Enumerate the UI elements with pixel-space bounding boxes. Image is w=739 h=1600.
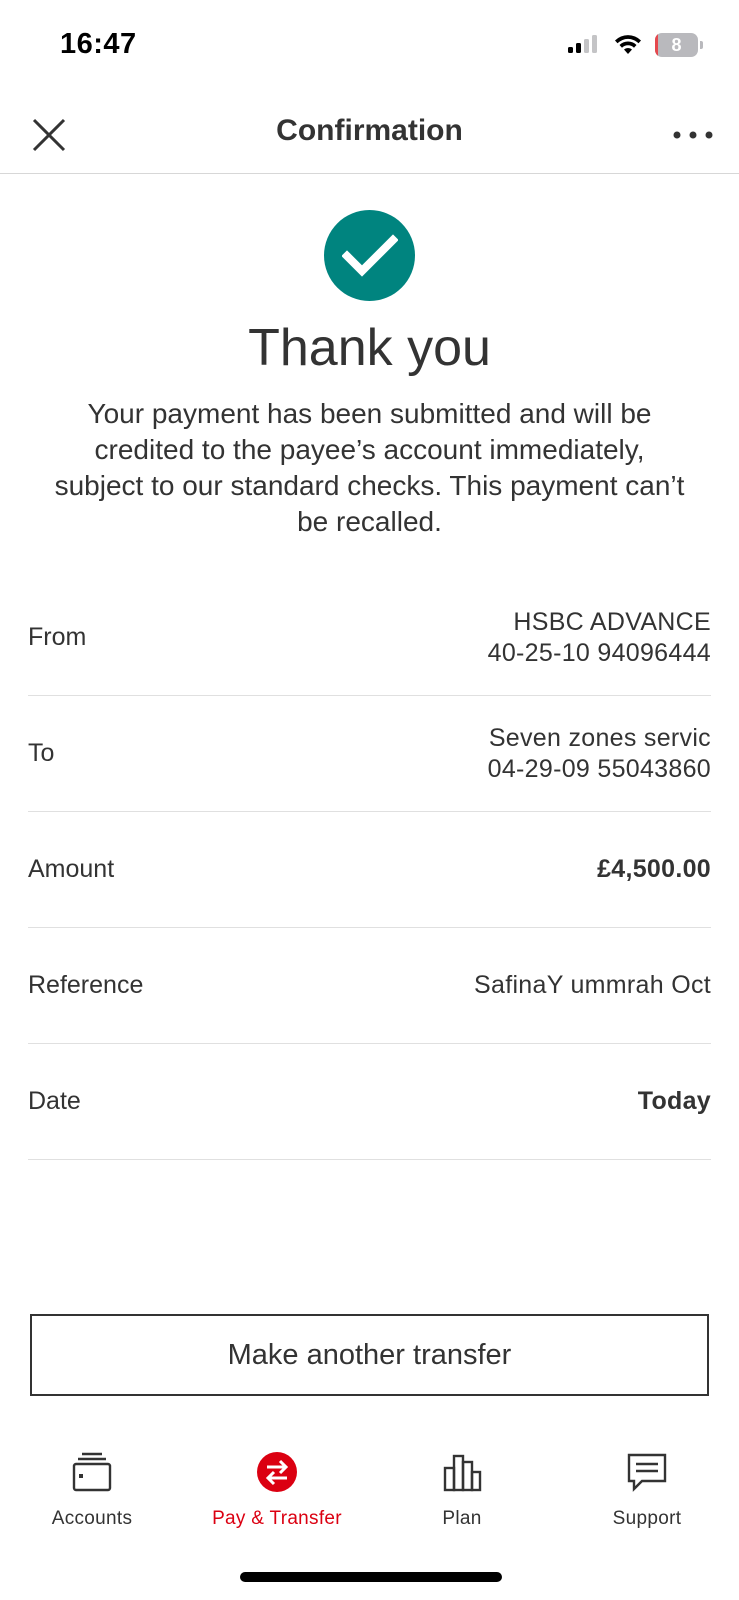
detail-label: Amount: [28, 855, 115, 883]
confirmation-message: Your payment has been submitted and will…: [54, 398, 685, 537]
transfer-icon: [253, 1448, 301, 1496]
tab-label: Support: [612, 1508, 682, 1529]
date-value: Today: [637, 1087, 711, 1115]
detail-value: Today: [638, 1086, 711, 1117]
status-icons: 8: [567, 32, 703, 58]
wallet-icon: [68, 1448, 116, 1496]
detail-value: £4,500.00: [597, 854, 711, 885]
tab-accounts[interactable]: Accounts: [0, 1448, 184, 1548]
tab-pay-transfer[interactable]: Pay & Transfer: [185, 1448, 369, 1548]
detail-label: To: [28, 739, 55, 767]
make-another-transfer-button[interactable]: Make another transfer: [30, 1314, 709, 1396]
status-time: 16:47: [60, 28, 137, 60]
wifi-icon: [615, 35, 641, 54]
payee-account-number: 04-29-09 55043860: [487, 754, 711, 783]
payment-details: From HSBC ADVANCE 40-25-10 94096444 To S…: [28, 580, 711, 1160]
payee-name: Seven zones servic: [488, 723, 711, 752]
tab-label: Accounts: [51, 1508, 133, 1529]
detail-value: SafinaY ummrah Oct: [474, 970, 711, 1001]
reference-value: SafinaY ummrah Oct: [474, 971, 711, 999]
signal-icon: [568, 35, 597, 53]
tab-label: Plan: [442, 1508, 482, 1529]
detail-row-reference: Reference SafinaY ummrah Oct: [28, 928, 711, 1044]
detail-label: Date: [28, 1087, 81, 1115]
detail-row-to: To Seven zones servic 04-29-09 55043860: [28, 696, 711, 812]
home-indicator[interactable]: [240, 1572, 502, 1582]
header: Confirmation: [0, 94, 739, 174]
from-account-number: 40-25-10 94096444: [487, 638, 711, 667]
tab-bar: Accounts Pay & Transfer Plan Support: [0, 1448, 739, 1558]
tab-plan[interactable]: Plan: [370, 1448, 554, 1548]
detail-label: From: [28, 623, 87, 651]
thank-you-heading: Thank you: [248, 319, 491, 377]
status-bar: 16:47 8: [0, 0, 739, 94]
from-account-name: HSBC ADVANCE: [513, 607, 711, 636]
page-title: Confirmation: [276, 114, 463, 147]
detail-row-amount: Amount £4,500.00: [28, 812, 711, 928]
detail-label: Reference: [28, 971, 144, 999]
more-options-icon: [673, 131, 713, 139]
tab-support[interactable]: Support: [555, 1448, 739, 1548]
detail-value: HSBC ADVANCE 40-25-10 94096444: [488, 607, 711, 669]
chat-icon: [623, 1448, 671, 1496]
bar-chart-icon: [438, 1448, 486, 1496]
more-options-button[interactable]: [665, 110, 721, 160]
amount-value: £4,500.00: [597, 855, 711, 883]
tab-label: Pay & Transfer: [212, 1508, 342, 1529]
detail-row-from: From HSBC ADVANCE 40-25-10 94096444: [28, 580, 711, 696]
battery-icon: 8: [655, 33, 703, 57]
battery-level: 8: [671, 35, 682, 55]
detail-row-date: Date Today: [28, 1044, 711, 1160]
checkmark-icon: [324, 210, 415, 301]
detail-value: Seven zones servic 04-29-09 55043860: [488, 723, 711, 785]
